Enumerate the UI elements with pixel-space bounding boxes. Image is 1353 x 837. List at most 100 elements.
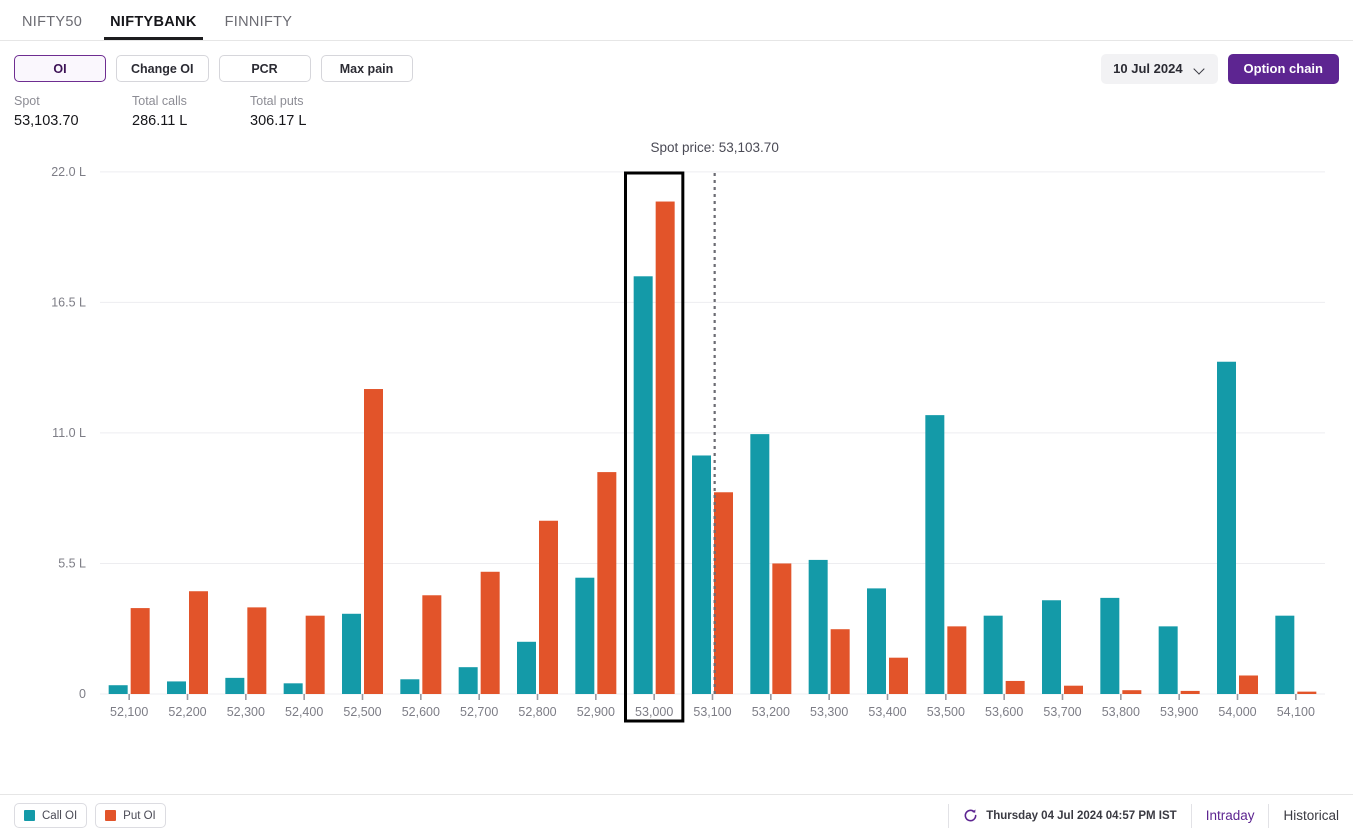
call-oi-bar[interactable] <box>1158 626 1178 694</box>
x-axis-tick-label: 53,800 <box>1102 705 1140 719</box>
x-axis-tick-label: 53,500 <box>927 705 965 719</box>
put-oi-bar[interactable] <box>889 657 908 694</box>
legend-put-oi-label: Put OI <box>123 809 156 822</box>
call-oi-bar[interactable] <box>692 455 711 694</box>
x-axis-tick-label: 52,200 <box>168 705 206 719</box>
call-oi-swatch-icon <box>24 810 35 821</box>
x-axis-tick-label: 53,300 <box>810 705 848 719</box>
put-oi-bar[interactable] <box>305 615 325 694</box>
call-oi-bar[interactable] <box>1100 597 1120 694</box>
x-axis-tick-label: 54,000 <box>1218 705 1256 719</box>
legend-call-oi-label: Call OI <box>42 809 78 822</box>
call-oi-bar[interactable] <box>1042 600 1061 694</box>
put-oi-bar[interactable] <box>1239 675 1258 694</box>
chevron-down-icon <box>1195 65 1206 72</box>
tab-nifty50[interactable]: NIFTY50 <box>12 14 92 40</box>
x-axis-tick-label: 53,400 <box>868 705 906 719</box>
put-oi-bar[interactable] <box>830 629 850 694</box>
put-oi-bar[interactable] <box>422 595 442 694</box>
x-axis-tick-label: 52,400 <box>285 705 323 719</box>
oi-bar-chart: 0 5.5 L 11.0 L 16.5 L 22.0 L 52,100 52,200 52,3… <box>0 138 1353 758</box>
call-oi-bar[interactable] <box>108 685 128 694</box>
put-oi-bar[interactable] <box>1064 685 1083 694</box>
chart-svg: 0 5.5 L 11.0 L 16.5 L 22.0 L 52,100 52,200 52,3… <box>51 140 1325 723</box>
call-oi-bar[interactable] <box>458 667 478 694</box>
put-oi-bar[interactable] <box>772 563 792 694</box>
y-axis-tick-label: 0 <box>79 687 86 701</box>
call-oi-bar[interactable] <box>867 588 886 694</box>
call-oi-bar[interactable] <box>167 681 186 694</box>
call-oi-bar[interactable] <box>633 276 653 694</box>
call-oi-bar[interactable] <box>575 577 595 694</box>
put-oi-bar[interactable] <box>247 607 267 694</box>
historical-link[interactable]: Historical <box>1283 808 1339 823</box>
tab-finnifty[interactable]: FINNIFTY <box>215 14 303 40</box>
put-oi-bar[interactable] <box>189 591 208 694</box>
mode-button-change-oi[interactable]: Change OI <box>116 55 209 82</box>
put-oi-bar[interactable] <box>480 571 500 694</box>
call-oi-bar[interactable] <box>1217 361 1236 694</box>
mode-button-oi[interactable]: OI <box>14 55 106 82</box>
stat-spot: Spot 53,103.70 <box>14 92 132 132</box>
mode-button-max-pain[interactable]: Max pain <box>320 55 413 82</box>
put-oi-bar[interactable] <box>539 520 558 694</box>
footer-divider-1 <box>948 803 950 828</box>
stat-total-puts: Total puts 306.17 L <box>250 92 368 132</box>
x-axis-tick-label: 53,700 <box>1043 705 1081 719</box>
last-updated-timestamp: Thursday 04 Jul 2024 04:57 PM IST <box>986 809 1177 822</box>
call-oi-bar[interactable] <box>517 641 536 694</box>
spot-price-label: Spot price: 53,103.70 <box>650 140 778 155</box>
intraday-link[interactable]: Intraday <box>1206 808 1255 823</box>
call-oi-bar[interactable] <box>983 615 1003 694</box>
x-axis-tick-label: 53,100 <box>693 705 731 719</box>
call-oi-bar[interactable] <box>225 677 245 694</box>
chart-footer: Call OI Put OI Thursday 04 Jul 2024 04:5… <box>0 794 1353 836</box>
y-axis-tick-label: 5.5 L <box>58 556 86 570</box>
x-axis-tick-label: 54,100 <box>1277 705 1315 719</box>
expiry-date-dropdown[interactable]: 10 Jul 2024 <box>1101 53 1218 84</box>
y-axis-tick-label: 22.0 L <box>51 165 86 179</box>
put-oi-bar[interactable] <box>655 201 675 694</box>
call-oi-bar[interactable] <box>750 434 770 694</box>
x-axis-tick-label: 52,800 <box>518 705 556 719</box>
put-oi-bar[interactable] <box>597 472 617 694</box>
x-axis-tick-label: 52,700 <box>460 705 498 719</box>
x-axis-tick-label: 53,000 <box>635 705 673 719</box>
stat-total-calls-value: 286.11 L <box>132 113 188 129</box>
call-oi-bar[interactable] <box>283 683 303 694</box>
stats-row: Spot 53,103.70 Total calls 286.11 L Tota… <box>0 92 1353 132</box>
put-oi-bar[interactable] <box>1180 690 1200 694</box>
put-oi-bar[interactable] <box>1122 690 1142 694</box>
call-oi-bar[interactable] <box>342 613 361 694</box>
call-oi-bar[interactable] <box>808 559 828 694</box>
mode-button-pcr[interactable]: PCR <box>218 55 311 82</box>
call-oi-bar[interactable] <box>400 679 420 694</box>
y-axis-tick-label: 16.5 L <box>51 295 86 309</box>
stat-total-calls: Total calls 286.11 L <box>132 92 250 132</box>
put-oi-bar[interactable] <box>130 608 150 694</box>
legend-put-oi[interactable]: Put OI <box>95 803 166 828</box>
x-axis-tick-label: 53,200 <box>752 705 790 719</box>
footer-right-group: Thursday 04 Jul 2024 04:57 PM IST Intrad… <box>934 795 1339 837</box>
tab-bar: NIFTY50 NIFTYBANK FINNIFTY <box>0 0 1353 41</box>
put-oi-bar[interactable] <box>947 626 967 694</box>
x-axis-tick-label: 52,500 <box>343 705 381 719</box>
x-axis-tick-label: 53,600 <box>985 705 1023 719</box>
toolbar: OI Change OI PCR Max pain 10 Jul 2024 Op… <box>0 41 1353 96</box>
legend-call-oi[interactable]: Call OI <box>14 803 88 828</box>
call-oi-bar[interactable] <box>925 415 945 694</box>
refresh-icon[interactable] <box>963 808 978 823</box>
put-oi-swatch-icon <box>105 810 117 821</box>
put-oi-bar[interactable] <box>1005 680 1025 694</box>
option-chain-button[interactable]: Option chain <box>1227 53 1339 84</box>
x-axis-tick-label: 52,900 <box>577 705 615 719</box>
x-axis-tick-label: 52,100 <box>110 705 148 719</box>
expiry-date-value: 10 Jul 2024 <box>1113 61 1183 76</box>
put-oi-bar[interactable] <box>364 389 383 694</box>
x-axis-tick-label: 52,300 <box>227 705 265 719</box>
stat-spot-value: 53,103.70 <box>14 113 79 129</box>
put-oi-bar[interactable] <box>1297 691 1317 694</box>
tab-niftybank[interactable]: NIFTYBANK <box>100 14 206 40</box>
call-oi-bar[interactable] <box>1275 615 1295 694</box>
put-oi-bar[interactable] <box>714 492 733 694</box>
